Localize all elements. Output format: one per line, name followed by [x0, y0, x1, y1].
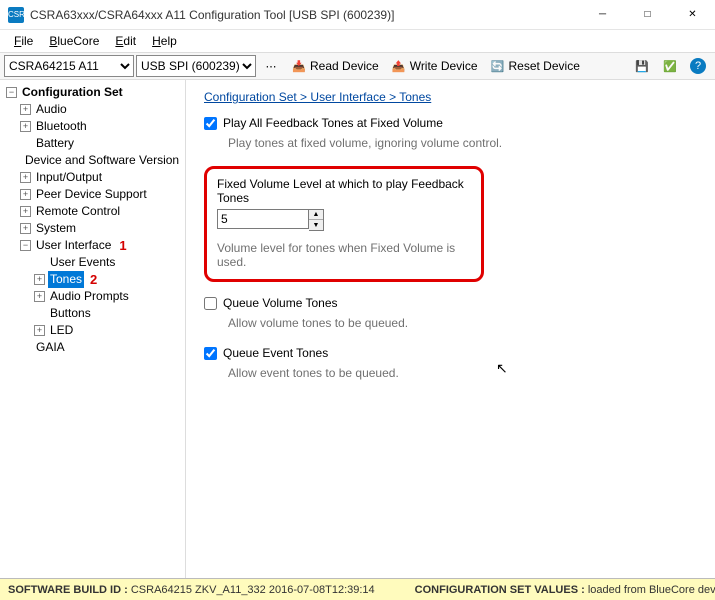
- queue-event-desc: Allow event tones to be queued.: [228, 366, 697, 380]
- reset-device-label: Reset Device: [509, 59, 580, 73]
- play-all-desc: Play tones at fixed volume, ignoring vol…: [228, 136, 697, 150]
- collapse-icon[interactable]: −: [20, 240, 31, 251]
- content-panel: Configuration Set > User Interface > Ton…: [186, 80, 715, 578]
- tree-root[interactable]: − Configuration Set: [4, 84, 183, 101]
- tree-item-gaia[interactable]: GAIA: [18, 339, 183, 356]
- tree-item-remote-control[interactable]: +Remote Control: [18, 203, 183, 220]
- options-button[interactable]: ✅: [657, 55, 683, 77]
- menu-edit[interactable]: Edit: [107, 32, 144, 50]
- queue-event-label: Queue Event Tones: [223, 346, 328, 360]
- spinner-down-icon[interactable]: ▼: [309, 220, 323, 230]
- expand-icon[interactable]: +: [20, 172, 31, 183]
- minimize-button[interactable]: ─: [580, 0, 625, 30]
- fixed-volume-input[interactable]: [217, 209, 309, 229]
- write-icon: 📤: [391, 58, 407, 74]
- annotation-2: 2: [90, 271, 97, 288]
- tree-item-battery[interactable]: Battery: [18, 135, 183, 152]
- save-icon: 💾: [634, 58, 650, 74]
- breadcrumb[interactable]: Configuration Set > User Interface > Ton…: [204, 90, 697, 104]
- tree-item-user-interface[interactable]: − User Interface 1: [18, 237, 183, 254]
- tree-item-input-output[interactable]: +Input/Output: [18, 169, 183, 186]
- group-queue-event: Queue Event Tones Allow event tones to b…: [204, 346, 697, 380]
- tree-item-system[interactable]: +System: [18, 220, 183, 237]
- help-icon: ?: [690, 58, 706, 74]
- chip-select[interactable]: CSRA64215 A11: [4, 55, 134, 77]
- queue-volume-checkbox[interactable]: [204, 297, 217, 310]
- expand-icon[interactable]: +: [20, 189, 31, 200]
- write-device-label: Write Device: [410, 59, 478, 73]
- reset-device-button[interactable]: 🔄 Reset Device: [485, 55, 585, 77]
- tree-item-peer-device[interactable]: +Peer Device Support: [18, 186, 183, 203]
- window-title: CSRA63xxx/CSRA64xxx A11 Configuration To…: [30, 8, 580, 22]
- fixed-volume-label: Fixed Volume Level at which to play Feed…: [217, 177, 471, 205]
- tree-panel: − Configuration Set +Audio +Bluetooth Ba…: [0, 80, 186, 578]
- status-build: SOFTWARE BUILD ID : CSRA64215 ZKV_A11_33…: [8, 584, 375, 596]
- queue-volume-desc: Allow volume tones to be queued.: [228, 316, 697, 330]
- titlebar: CSR CSRA63xxx/CSRA64xxx A11 Configuratio…: [0, 0, 715, 30]
- group-play-all: Play All Feedback Tones at Fixed Volume …: [204, 116, 697, 150]
- gear-icon: ✅: [662, 58, 678, 74]
- read-device-button[interactable]: 📥 Read Device: [286, 55, 384, 77]
- app-icon: CSR: [8, 7, 24, 23]
- collapse-icon[interactable]: −: [6, 87, 17, 98]
- fixed-volume-spinner[interactable]: ▲ ▼: [309, 209, 324, 231]
- annotation-1: 1: [119, 237, 126, 254]
- queue-volume-label: Queue Volume Tones: [223, 296, 338, 310]
- menu-bluecore[interactable]: BlueCore: [41, 32, 107, 50]
- transport-browse-button[interactable]: ⋯: [258, 55, 284, 77]
- tree-item-audio[interactable]: +Audio: [18, 101, 183, 118]
- expand-icon[interactable]: +: [20, 206, 31, 217]
- tree-item-led[interactable]: +LED: [32, 322, 183, 339]
- play-all-checkbox[interactable]: [204, 117, 217, 130]
- menu-file[interactable]: File: [6, 32, 41, 50]
- save-button[interactable]: 💾: [629, 55, 655, 77]
- reset-icon: 🔄: [490, 58, 506, 74]
- toolbar: CSRA64215 A11 USB SPI (600239) ⋯ 📥 Read …: [0, 52, 715, 80]
- status-config: CONFIGURATION SET VALUES : loaded from B…: [415, 584, 715, 596]
- expand-icon[interactable]: +: [34, 325, 45, 336]
- maximize-button[interactable]: □: [625, 0, 670, 30]
- fixed-volume-box: Fixed Volume Level at which to play Feed…: [204, 166, 484, 282]
- transport-select[interactable]: USB SPI (600239): [136, 55, 256, 77]
- fixed-volume-desc: Volume level for tones when Fixed Volume…: [217, 241, 471, 269]
- tree-item-user-events[interactable]: User Events: [32, 254, 183, 271]
- expand-icon[interactable]: +: [20, 121, 31, 132]
- expand-icon[interactable]: +: [20, 223, 31, 234]
- tree-item-buttons[interactable]: Buttons: [32, 305, 183, 322]
- tree-item-audio-prompts[interactable]: +Audio Prompts: [32, 288, 183, 305]
- tree-item-device-sw[interactable]: Device and Software Version: [18, 152, 183, 169]
- tree-root-label: Configuration Set: [20, 84, 125, 101]
- statusbar: SOFTWARE BUILD ID : CSRA64215 ZKV_A11_33…: [0, 578, 715, 600]
- tree-item-tones[interactable]: + Tones 2: [32, 271, 183, 288]
- group-queue-volume: Queue Volume Tones Allow volume tones to…: [204, 296, 697, 330]
- help-button[interactable]: ?: [685, 55, 711, 77]
- close-button[interactable]: ✕: [670, 0, 715, 30]
- menubar: File BlueCore Edit Help: [0, 30, 715, 52]
- expand-icon[interactable]: +: [34, 291, 45, 302]
- expand-icon[interactable]: +: [20, 104, 31, 115]
- main-area: − Configuration Set +Audio +Bluetooth Ba…: [0, 80, 715, 578]
- tree-item-bluetooth[interactable]: +Bluetooth: [18, 118, 183, 135]
- read-device-label: Read Device: [310, 59, 379, 73]
- queue-event-checkbox[interactable]: [204, 347, 217, 360]
- write-device-button[interactable]: 📤 Write Device: [386, 55, 483, 77]
- read-icon: 📥: [291, 58, 307, 74]
- ellipsis-icon: ⋯: [263, 58, 279, 74]
- spinner-up-icon[interactable]: ▲: [309, 210, 323, 220]
- menu-help[interactable]: Help: [144, 32, 185, 50]
- play-all-label: Play All Feedback Tones at Fixed Volume: [223, 116, 443, 130]
- expand-icon[interactable]: +: [34, 274, 45, 285]
